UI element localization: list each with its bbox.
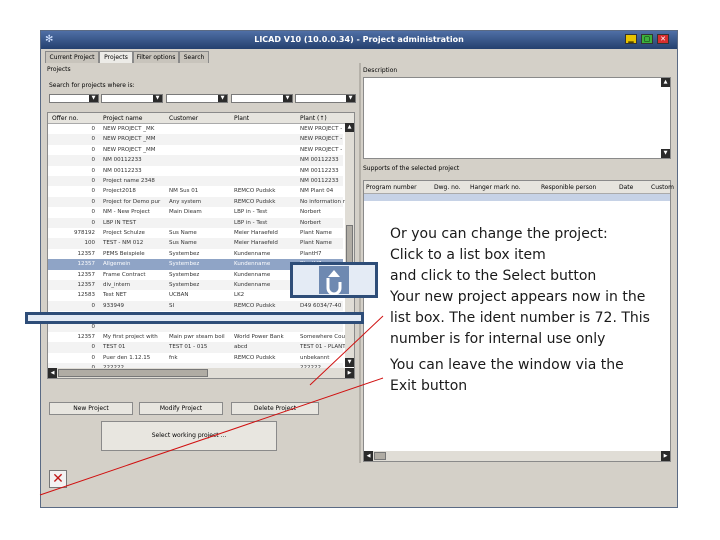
instruction-line: Your new project appears now in the (390, 289, 646, 305)
instruction-line: Exit button (390, 378, 468, 394)
instruction-line: and click to the Select button (390, 268, 597, 284)
pointer-line-exit (39, 377, 384, 496)
instruction-line: Click to a list box item (390, 247, 546, 263)
instruction-line: You can leave the window via the (390, 357, 624, 373)
pointer-line-select (309, 315, 384, 386)
instruction-line: number is for internal use only (390, 331, 606, 347)
instruction-text: Or you can change the project: Click to … (390, 224, 650, 397)
instruction-line: list box. The ident number is 72. This (390, 310, 650, 326)
instruction-line: Or you can change the project: (390, 226, 608, 242)
